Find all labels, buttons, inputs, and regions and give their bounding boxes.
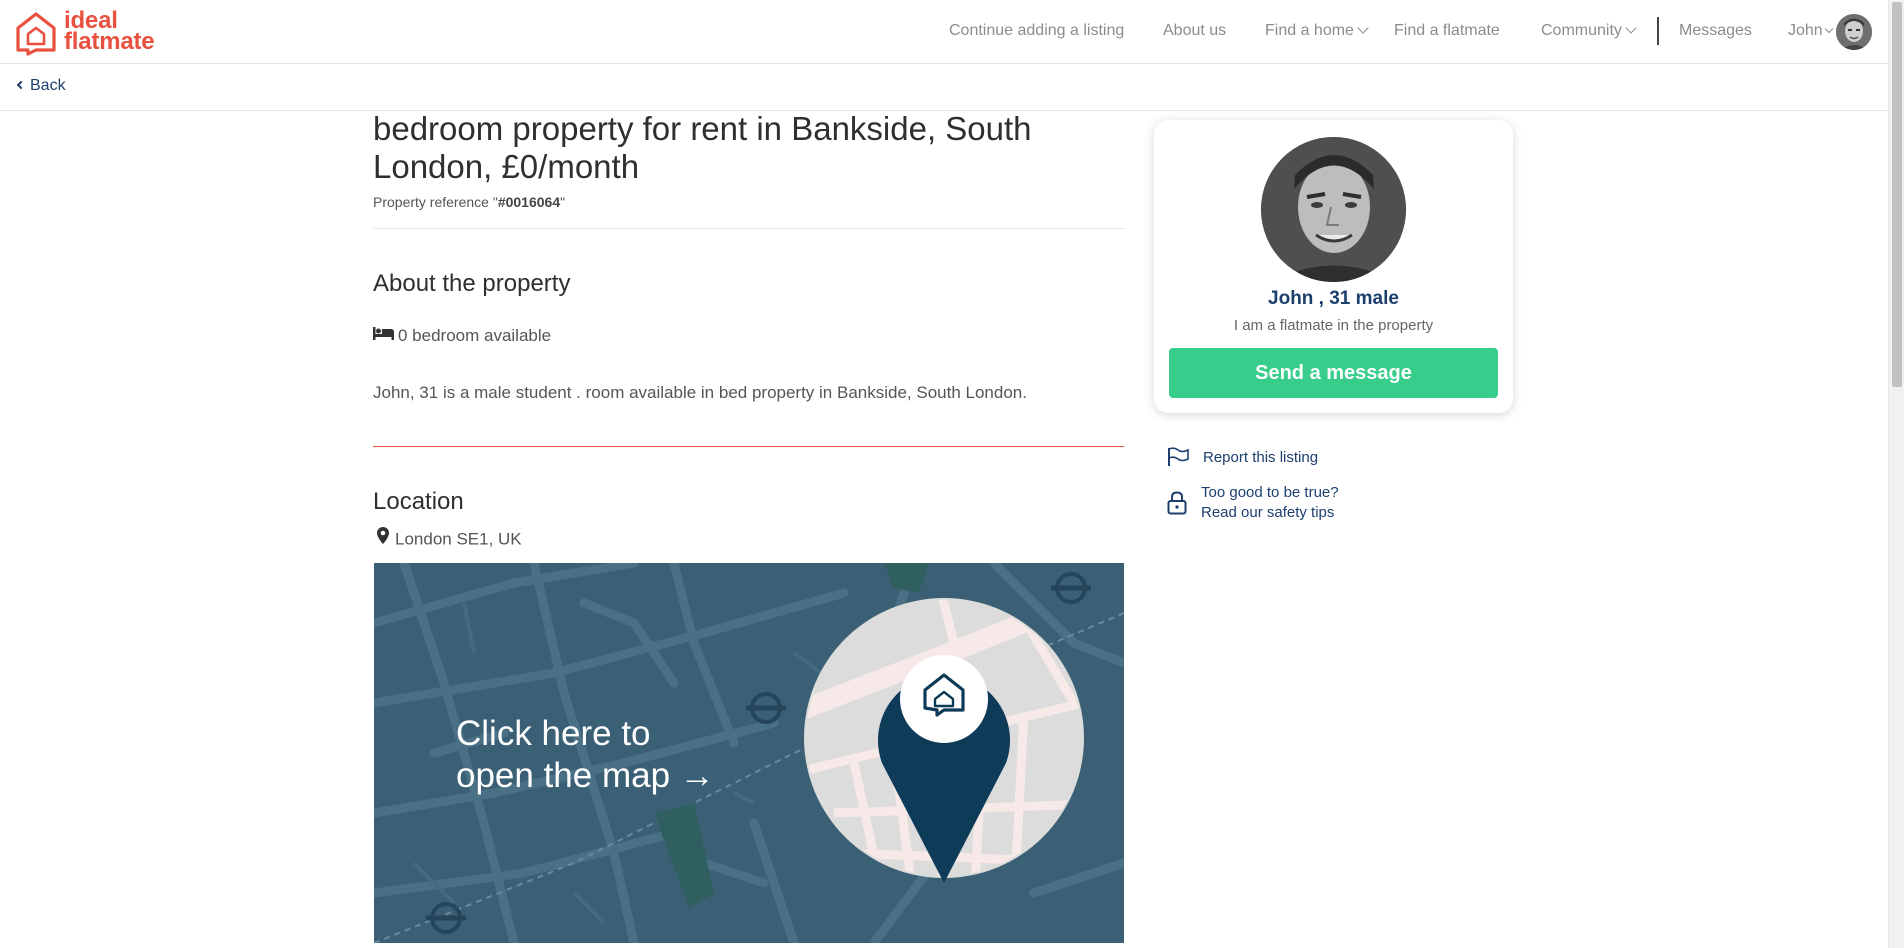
chevron-down-icon [1625, 22, 1637, 34]
bedrooms-text: 0 bedroom available [398, 326, 552, 345]
advertiser-card: John , 31 male I am a flatmate in the pr… [1154, 120, 1513, 413]
user-avatar[interactable] [1836, 14, 1872, 50]
section-divider-accent [373, 446, 1124, 447]
nav-find-home[interactable]: Find a home [1265, 22, 1369, 40]
nav-continue-listing[interactable]: Continue adding a listing [949, 22, 1124, 40]
map-cta-line2: open the map → [456, 756, 715, 795]
chevron-left-icon [16, 80, 26, 90]
safety-tips-line2: Read our safety tips [1201, 504, 1335, 521]
nav-divider [1657, 17, 1659, 45]
chevron-down-icon [1824, 24, 1833, 34]
report-listing-link[interactable]: Report this listing [1203, 448, 1318, 468]
open-map-cta: Click here to open the map → [456, 713, 715, 797]
avatar-face-icon [1836, 14, 1872, 50]
map-cta-line1: Click here to [456, 714, 651, 753]
location-text: London SE1, UK [395, 529, 522, 549]
reference-label: Property reference " [373, 194, 498, 210]
safety-tips-link[interactable]: Too good to be true? Read our safety tip… [1201, 483, 1339, 523]
advertiser-avatar[interactable] [1261, 137, 1406, 282]
section-divider [373, 228, 1124, 229]
reference-quote-end: " [560, 194, 566, 210]
advertiser-photo-icon [1261, 137, 1406, 282]
nav-messages[interactable]: Messages [1679, 22, 1752, 40]
property-reference: Property reference "#0016064" [373, 194, 565, 210]
advertiser-role: I am a flatmate in the property [1233, 317, 1434, 334]
reference-value: #0016064 [497, 194, 561, 210]
bed-icon [373, 325, 394, 345]
open-map-banner[interactable]: Click here to open the map → [374, 563, 1124, 943]
listing-title: bedroom property for rent in Bankside, S… [373, 110, 1032, 185]
logo-text-flatmate: flatmate [64, 28, 155, 55]
send-message-button[interactable]: Send a message [1169, 348, 1498, 398]
advertiser-name: John , 31 male [1268, 288, 1399, 309]
chevron-down-icon [1357, 22, 1369, 34]
safety-tips-line1: Too good to be true? [1201, 484, 1339, 501]
location-line: London SE1, UK [373, 527, 522, 551]
logo-house-icon [16, 12, 56, 56]
nav-community-label: Community [1541, 22, 1622, 39]
bedrooms-available: 0 bedroom available [373, 326, 551, 347]
location-pin-icon [377, 527, 389, 549]
top-navigation-bar: ideal flatmate Continue adding a listing… [0, 0, 1888, 64]
back-label: Back [30, 77, 66, 94]
scrollbar-thumb[interactable] [1892, 2, 1902, 387]
flag-icon [1167, 447, 1189, 471]
nav-about-us[interactable]: About us [1163, 22, 1226, 40]
nav-find-flatmate[interactable]: Find a flatmate [1394, 22, 1500, 40]
location-heading: Location [373, 488, 464, 515]
lock-icon [1167, 491, 1187, 519]
nav-user-menu[interactable]: John [1788, 22, 1833, 40]
back-link[interactable]: Back [16, 77, 66, 95]
page-scrollbar[interactable] [1888, 0, 1904, 948]
about-property-heading: About the property [373, 270, 571, 297]
ideal-flatmate-logo[interactable]: ideal flatmate [14, 9, 174, 56]
nav-find-home-label: Find a home [1265, 22, 1354, 39]
nav-user-name: John [1788, 22, 1823, 39]
listing-description: John, 31 is a male student . room availa… [373, 383, 1027, 402]
back-bar: Back [0, 65, 1888, 111]
nav-community[interactable]: Community [1541, 22, 1637, 40]
